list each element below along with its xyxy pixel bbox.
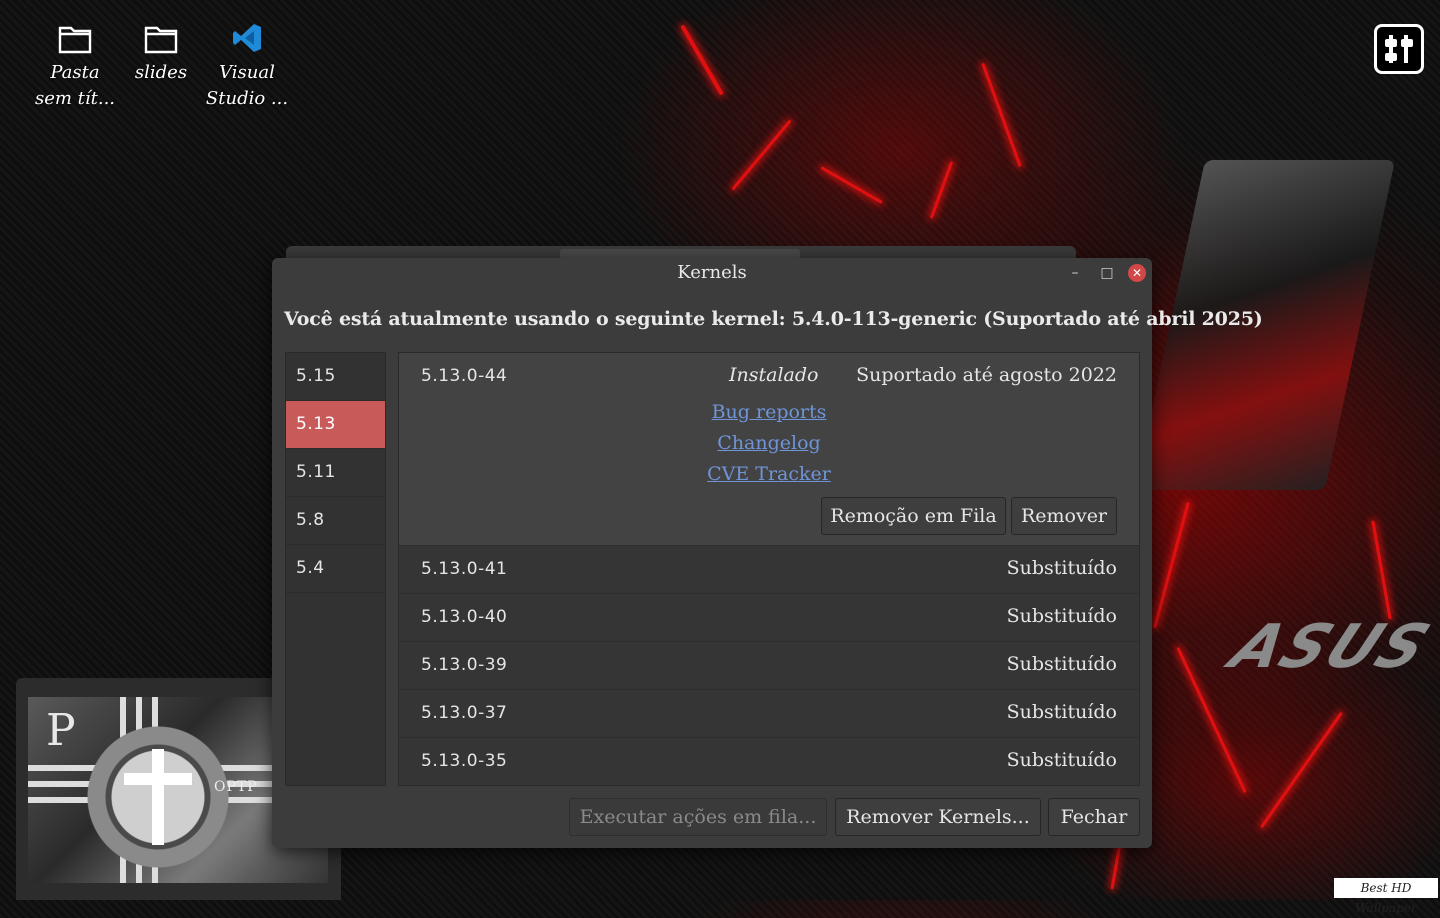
kernel-row[interactable]: 5.13.0-39 Substituído [399,642,1139,690]
folder-icon [57,20,93,56]
watermark: Best HD Wallpaper [1334,878,1438,915]
bug-reports-link[interactable]: Bug reports [399,401,1139,423]
kernels-window: Kernels – □ ✕ Você está atualmente usand… [272,258,1263,848]
desktop-icon-pasta[interactable]: Pasta sem tít... [30,20,120,112]
series-item-5-15[interactable]: 5.15 [286,353,385,401]
kernel-version: 5.13.0-41 [421,559,508,579]
kernel-support: Suportado até agosto 2022 [856,364,1117,386]
kernel-row[interactable]: 5.13.0-40 Substituído [399,594,1139,642]
remove-button[interactable]: Remover [1011,497,1117,535]
maximize-icon[interactable]: □ [1098,264,1116,282]
minimize-icon[interactable]: – [1066,264,1084,282]
close-button[interactable]: Fechar [1048,798,1140,836]
kernel-version: 5.13.0-40 [421,607,508,627]
kernel-status: Substituído [1006,557,1117,579]
desktop-icon-label: Pasta [50,62,100,83]
close-icon[interactable]: ✕ [1128,264,1146,282]
kernel-status: Substituído [1006,701,1117,723]
series-item-5-8[interactable]: 5.8 [286,497,385,545]
kernel-list: 5.13.0-44 Instalado Suportado até agosto… [398,352,1140,786]
changelog-link[interactable]: Changelog [399,432,1139,454]
kernel-version: 5.13.0-37 [421,703,508,723]
kernel-row-expanded[interactable]: 5.13.0-44 Instalado Suportado até agosto… [399,353,1139,546]
execute-queue-button[interactable]: Executar ações em fila... [569,798,827,836]
kernel-status: Substituído [1006,605,1117,627]
kernel-version: 5.13.0-39 [421,655,508,675]
title-bar[interactable]: Kernels – □ ✕ [272,258,1152,288]
brand-logo: ASUS [1219,612,1440,682]
system-settings-icon[interactable] [1374,24,1424,74]
series-item-5-11[interactable]: 5.11 [286,449,385,497]
desktop-icon-visual-studio[interactable]: Visual Studio ... [202,20,292,112]
kernel-row[interactable]: 5.13.0-41 Substituído [399,546,1139,594]
current-kernel-text: Você está atualmente usando o seguinte k… [284,308,1263,330]
desktop-icon-slides[interactable]: slides [116,20,206,86]
desktop-icon-label: slides [134,62,188,83]
kernel-version: 5.13.0-44 [421,366,508,386]
queue-remove-button[interactable]: Remoção em Fila [821,497,1006,535]
kernel-series-list: 5.15 5.13 5.11 5.8 5.4 [285,352,386,786]
desktop-icon-label: Studio ... [205,88,289,109]
kernel-status: Instalado [729,364,819,386]
kernel-status: Substituído [1006,653,1117,675]
desktop-icon-label: Visual [219,62,275,83]
series-item-5-13[interactable]: 5.13 [286,401,385,449]
kernel-row[interactable]: 5.13.0-35 Substituído [399,738,1139,785]
vscode-icon [229,20,265,56]
folder-icon [143,20,179,56]
cve-tracker-link[interactable]: CVE Tracker [399,463,1139,485]
remove-kernels-button[interactable]: Remover Kernels... [835,798,1041,836]
kernel-row[interactable]: 5.13.0-37 Substituído [399,690,1139,738]
kernel-version: 5.13.0-35 [421,751,508,771]
series-item-5-4[interactable]: 5.4 [286,545,385,593]
desktop-icon-label: sem tít... [34,88,116,109]
kernel-status: Substituído [1006,749,1117,771]
window-title: Kernels [677,262,747,283]
